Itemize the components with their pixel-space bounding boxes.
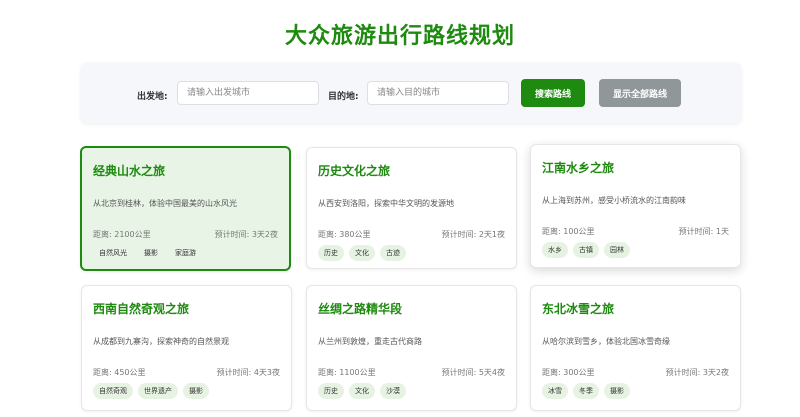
route-description: 从北京到桂林，体验中国最美的山水风光 [93,199,237,208]
route-distance: 距离: 450公里 [93,368,146,377]
route-tags: 自然风光 摄影 家庭游 [93,245,202,261]
route-tag: 古镇 [573,242,599,258]
route-description: 从成都到九寨沟，探索神奇的自然景观 [93,337,229,346]
route-tag: 自然风光 [99,249,127,257]
route-tag: 历史 [318,383,344,399]
origin-input[interactable] [177,81,319,105]
route-card-classic-landscape[interactable]: 经典山水之旅 从北京到桂林，体验中国最美的山水风光 距离: 2100公里 预计时… [80,146,291,271]
route-title: 经典山水之旅 [93,164,166,178]
route-tag: 摄影 [604,383,630,399]
route-card-history-culture[interactable]: 历史文化之旅 从西安到洛阳，探索中华文明的发源地 距离: 380公里 预计时间:… [306,147,517,269]
route-description: 从西安到洛阳，探索中华文明的发源地 [318,199,454,208]
route-tags: 水乡 古镇 园林 [542,242,630,258]
route-tag: 水乡 [542,242,568,258]
route-duration: 预计时间: 4天3夜 [216,368,280,377]
show-all-routes-button[interactable]: 显示全部路线 [599,79,681,107]
search-panel: 出发地: 目的地: 搜索路线 显示全部路线 [81,63,741,123]
route-tags: 历史 文化 沙漠 [318,383,406,399]
route-title: 丝绸之路精华段 [318,302,403,316]
route-tag: 世界遗产 [138,383,178,399]
route-tag: 家庭游 [175,249,196,257]
route-description: 从上海到苏州，感受小桥流水的江南韵味 [542,196,686,205]
route-description: 从哈尔滨到雪乡，体验北国冰雪奇缘 [542,337,670,346]
route-duration: 预计时间: 3天2夜 [665,368,729,377]
route-title: 江南水乡之旅 [542,161,615,175]
route-tag: 摄影 [183,383,209,399]
route-tag: 文化 [349,245,375,261]
origin-label: 出发地: [137,92,168,102]
route-distance: 距离: 2100公里 [93,230,151,239]
route-description: 从兰州到敦煌，重走古代商路 [318,337,422,346]
route-tag: 古迹 [380,245,406,261]
route-card-jiangnan-water-town[interactable]: 江南水乡之旅 从上海到苏州，感受小桥流水的江南韵味 距离: 100公里 预计时间… [530,144,741,268]
route-tag: 沙漠 [380,383,406,399]
route-tags: 冰雪 冬季 摄影 [542,383,630,399]
route-duration: 预计时间: 3天2夜 [214,230,278,239]
route-tag: 文化 [349,383,375,399]
route-tag: 园林 [604,242,630,258]
route-tag: 自然奇观 [93,383,133,399]
destination-label: 目的地: [328,92,359,102]
route-distance: 距离: 100公里 [542,227,595,236]
route-title: 东北冰雪之旅 [542,302,615,316]
route-tag: 摄影 [144,249,158,257]
search-routes-button[interactable]: 搜索路线 [521,79,585,107]
route-tag: 冰雪 [542,383,568,399]
route-distance: 距离: 1100公里 [318,368,376,377]
page-title: 大众旅游出行路线规划 [284,24,515,49]
route-card-silk-road[interactable]: 丝绸之路精华段 从兰州到敦煌，重走古代商路 距离: 1100公里 预计时间: 5… [306,285,517,411]
route-tags: 自然奇观 世界遗产 摄影 [93,383,209,399]
route-title: 西南自然奇观之旅 [93,302,190,316]
destination-input[interactable] [367,81,509,105]
route-distance: 距离: 380公里 [318,230,371,239]
route-duration: 预计时间: 2天1夜 [441,230,505,239]
route-title: 历史文化之旅 [318,164,391,178]
route-tag: 冬季 [573,383,599,399]
route-card-southwest-nature[interactable]: 西南自然奇观之旅 从成都到九寨沟，探索神奇的自然景观 距离: 450公里 预计时… [81,285,292,411]
route-distance: 距离: 300公里 [542,368,595,377]
route-duration: 预计时间: 1天 [678,227,729,236]
route-duration: 预计时间: 5天4夜 [441,368,505,377]
route-tags: 历史 文化 古迹 [318,245,406,261]
route-card-northeast-snow[interactable]: 东北冰雪之旅 从哈尔滨到雪乡，体验北国冰雪奇缘 距离: 300公里 预计时间: … [530,285,741,411]
route-tag: 历史 [318,245,344,261]
